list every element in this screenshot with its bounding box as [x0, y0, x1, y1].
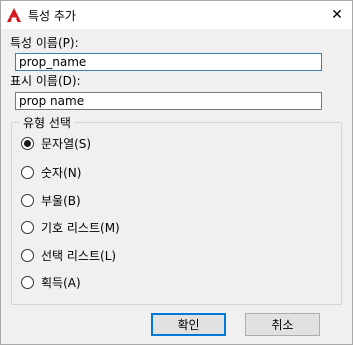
radio-acquire[interactable]: 획득(A)	[21, 274, 81, 290]
window-title: 특성 추가	[28, 9, 76, 23]
autocad-logo-icon	[7, 8, 21, 22]
radio-choice-list[interactable]: 선택 리스트(L)	[21, 247, 116, 263]
radio-label-boolean: 부울(B)	[41, 193, 81, 208]
radio-label-acquire: 획득(A)	[41, 275, 81, 290]
cancel-button[interactable]: 취소	[245, 313, 320, 336]
display-name-label: 표시 이름(D):	[10, 74, 81, 88]
radio-label-number: 숫자(N)	[41, 165, 82, 180]
close-icon: ✕	[331, 7, 343, 23]
radio-label-string: 문자열(S)	[41, 136, 92, 151]
display-name-input[interactable]	[15, 92, 322, 110]
radio-number[interactable]: 숫자(N)	[21, 164, 81, 180]
radio-string[interactable]: 문자열(S)	[21, 135, 91, 151]
radio-symbol-list[interactable]: 기호 리스트(M)	[21, 219, 120, 235]
property-name-label: 특성 이름(P):	[10, 36, 79, 50]
ok-button[interactable]: 확인	[151, 313, 226, 336]
radio-button[interactable]	[21, 248, 34, 262]
property-name-input[interactable]	[15, 53, 322, 71]
radio-button[interactable]	[21, 275, 34, 289]
type-selection-label: 유형 선택	[20, 114, 74, 131]
radio-boolean[interactable]: 부울(B)	[21, 192, 81, 208]
title-bar: 특성 추가 ✕	[1, 1, 352, 29]
radio-button[interactable]	[21, 165, 34, 179]
radio-button[interactable]	[21, 193, 34, 207]
radio-button[interactable]	[21, 220, 34, 234]
radio-button-checked[interactable]	[21, 136, 34, 150]
add-property-dialog: 특성 추가 ✕ 특성 이름(P): 표시 이름(D): 유형 선택 문자열(S)…	[0, 0, 353, 345]
radio-label-choice-list: 선택 리스트(L)	[41, 248, 117, 263]
close-button[interactable]: ✕	[322, 1, 352, 29]
radio-label-symbol-list: 기호 리스트(M)	[41, 220, 120, 235]
